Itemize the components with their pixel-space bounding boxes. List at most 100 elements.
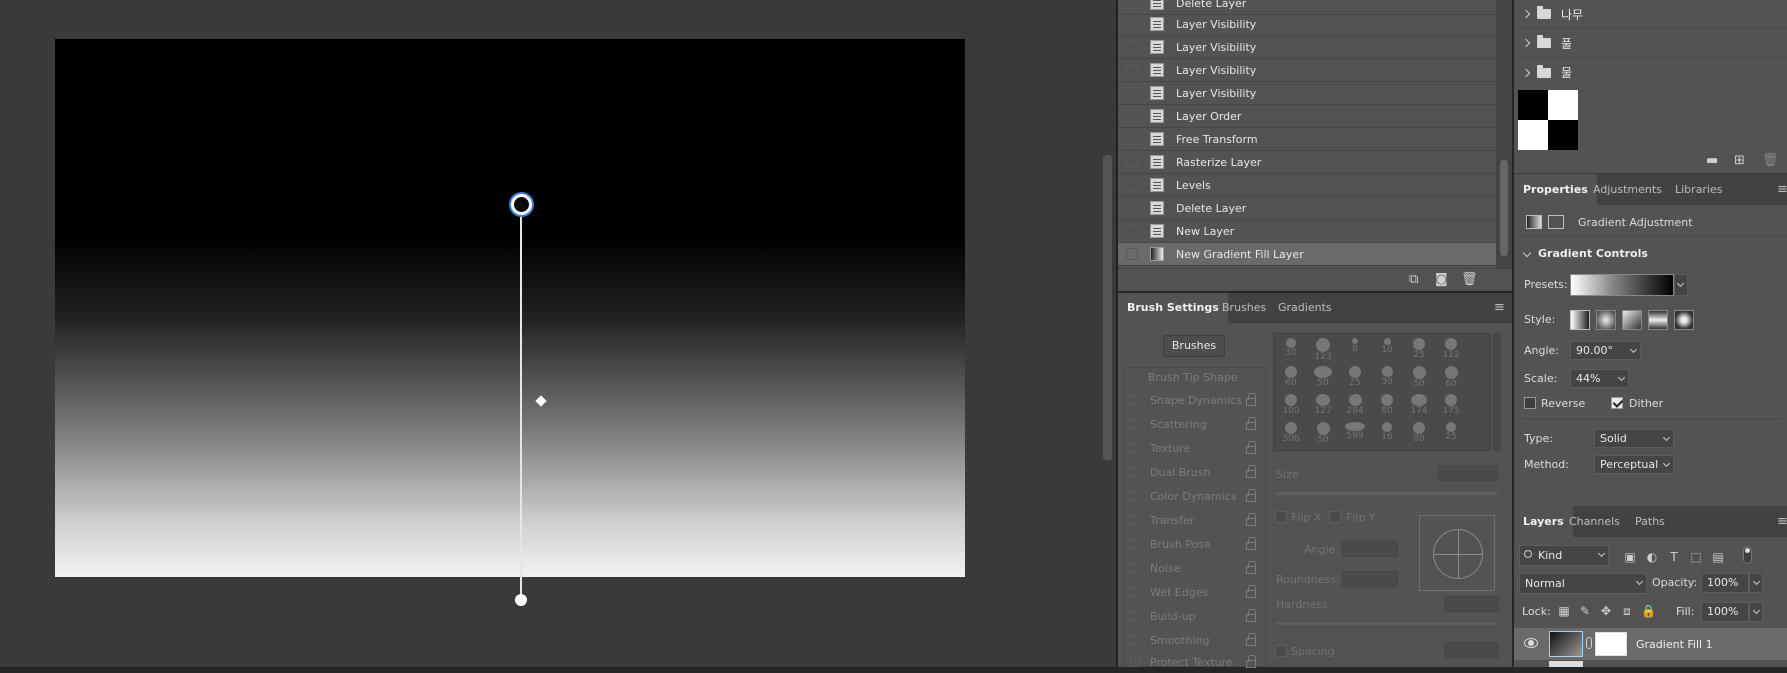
tab-paths[interactable]: Paths	[1626, 506, 1674, 537]
filter-toggle[interactable]	[1743, 546, 1752, 564]
lock-icon[interactable]	[1246, 585, 1256, 598]
brush-tip[interactable]: 127	[1308, 392, 1338, 419]
layer-row[interactable]	[1514, 660, 1787, 667]
history-item-selected[interactable]: New Gradient Fill Layer	[1118, 243, 1496, 266]
brush-setting-item[interactable]: Texture	[1124, 437, 1266, 459]
fill-field[interactable]: 100%	[1701, 602, 1749, 622]
brush-setting-item[interactable]: Dual Brush	[1124, 461, 1266, 483]
history-item[interactable]: Free Transform	[1118, 128, 1496, 151]
chevron-down-icon[interactable]	[1629, 345, 1638, 354]
lock-icon[interactable]	[1246, 633, 1256, 646]
lock-image-icon[interactable]: ✎	[1578, 604, 1592, 618]
tab-brushes[interactable]: Brushes	[1213, 293, 1275, 323]
brush-setting-item[interactable]: Build-up	[1124, 605, 1266, 627]
hardness-slider[interactable]	[1276, 622, 1498, 625]
scale-field[interactable]: 44%	[1570, 369, 1629, 388]
brush-tip[interactable]: 25	[1404, 336, 1434, 363]
brush-setting-checkbox[interactable]	[1130, 395, 1140, 405]
brush-setting-checkbox[interactable]	[1130, 515, 1140, 525]
brushes-button[interactable]: Brushes	[1163, 335, 1225, 357]
layer-group-row[interactable]: 나무	[1514, 0, 1787, 29]
lock-transparency-icon[interactable]: ▦	[1557, 604, 1571, 618]
fill-slider-button[interactable]	[1749, 602, 1763, 622]
adjustment-filter-icon[interactable]: ◐	[1645, 550, 1659, 564]
brush-tip[interactable]: 10	[1372, 336, 1402, 363]
canvas-scroll-thumb[interactable]	[1103, 155, 1112, 460]
history-snapshot-checkbox[interactable]	[1126, 156, 1138, 168]
brush-setting-item[interactable]: Noise	[1124, 557, 1266, 579]
history-snapshot-checkbox[interactable]	[1126, 0, 1138, 9]
shape-filter-icon[interactable]: ⬚	[1689, 550, 1703, 564]
angle-field[interactable]: 90.00°	[1570, 341, 1641, 360]
artboard-lock-icon[interactable]: ⧈	[1620, 604, 1634, 618]
history-snapshot-checkbox[interactable]	[1126, 64, 1138, 76]
brush-tip-scrollbar[interactable]	[1493, 333, 1501, 451]
camera-icon[interactable]: ◙	[1435, 272, 1448, 287]
brush-tip[interactable]: 50	[1308, 364, 1338, 391]
brush-tip[interactable]: 599	[1340, 420, 1370, 447]
linear-style-icon[interactable]	[1570, 310, 1590, 330]
chevron-down-icon[interactable]	[1635, 577, 1644, 586]
chevron-right-icon[interactable]	[1521, 9, 1531, 19]
checkerboard-swatch[interactable]	[1518, 90, 1578, 150]
history-snapshot-checkbox[interactable]	[1126, 248, 1138, 260]
link-icon[interactable]	[1586, 637, 1592, 649]
gradient-start-handle[interactable]	[511, 194, 532, 215]
brush-tip[interactable]: 50	[1308, 420, 1338, 447]
type-dropdown[interactable]: Solid	[1594, 429, 1674, 448]
brush-angle-preview[interactable]	[1419, 515, 1495, 591]
history-item[interactable]: Layer Visibility	[1118, 13, 1496, 36]
lock-icon[interactable]	[1246, 513, 1256, 526]
history-snapshot-checkbox[interactable]	[1126, 179, 1138, 191]
history-scroll-thumb[interactable]	[1500, 160, 1508, 256]
brush-setting-item[interactable]: Transfer	[1124, 509, 1266, 531]
layer-thumbnail[interactable]	[1549, 661, 1583, 667]
brush-tip[interactable]: 25	[1436, 420, 1466, 447]
history-snapshot-checkbox[interactable]	[1126, 41, 1138, 53]
brush-setting-checkbox[interactable]	[1130, 419, 1140, 429]
new-group-icon[interactable]: ▬	[1706, 153, 1718, 168]
history-snapshot-checkbox[interactable]	[1126, 110, 1138, 122]
spacing-field[interactable]	[1444, 642, 1499, 658]
chevron-down-icon[interactable]	[1617, 373, 1626, 382]
brush-setting-checkbox[interactable]	[1130, 467, 1140, 477]
lock-icon[interactable]	[1246, 393, 1256, 406]
history-snapshot-checkbox[interactable]	[1126, 225, 1138, 237]
layer-filter-dropdown[interactable]: Kind	[1519, 545, 1609, 566]
hardness-field[interactable]	[1444, 596, 1499, 612]
brush-tip[interactable]: 100	[1276, 392, 1306, 419]
brush-setting-checkbox[interactable]	[1130, 611, 1140, 621]
brush-tip[interactable]: 16	[1372, 420, 1402, 447]
brush-setting-checkbox[interactable]	[1130, 587, 1140, 597]
brush-tip[interactable]: 30	[1372, 364, 1402, 391]
chevron-down-icon[interactable]	[1662, 459, 1671, 468]
blend-mode-dropdown[interactable]: Normal	[1519, 573, 1647, 594]
brush-tip[interactable]: 284	[1340, 392, 1370, 419]
brush-setting-item[interactable]: Protect Texture	[1124, 651, 1266, 673]
layer-row-selected[interactable]: Gradient Fill 1	[1514, 628, 1787, 660]
history-item[interactable]: New Layer	[1118, 220, 1496, 243]
preset-dropdown-button[interactable]	[1674, 274, 1688, 296]
smart-object-filter-icon[interactable]: ▤	[1711, 550, 1725, 564]
trash-icon[interactable]: 🗑	[1762, 153, 1779, 168]
brush-tip[interactable]: 30	[1276, 336, 1306, 363]
panel-menu-icon[interactable]: ≡	[1494, 300, 1505, 315]
pixel-filter-icon[interactable]: ▣	[1623, 550, 1637, 564]
brush-tip[interactable]: 80	[1372, 392, 1402, 419]
chevron-down-icon[interactable]	[1662, 433, 1671, 442]
opacity-field[interactable]: 100%	[1701, 573, 1749, 593]
size-field[interactable]	[1437, 465, 1499, 481]
tab-brush-settings[interactable]: Brush Settings	[1118, 293, 1228, 323]
layer-group-row[interactable]: 물	[1514, 58, 1787, 87]
chevron-down-icon[interactable]	[1522, 248, 1532, 258]
brush-setting-checkbox[interactable]	[1130, 443, 1140, 453]
brush-tip[interactable]: 60	[1276, 364, 1306, 391]
tab-channels[interactable]: Channels	[1560, 506, 1629, 537]
history-snapshot-checkbox[interactable]	[1126, 133, 1138, 145]
brush-setting-checkbox[interactable]	[1130, 635, 1140, 645]
brush-setting-checkbox[interactable]	[1130, 491, 1140, 501]
history-snapshot-checkbox[interactable]	[1126, 202, 1138, 214]
brush-tip[interactable]: 50	[1404, 364, 1434, 391]
brush-tip-grid[interactable]: 30 123 8 10 25 112 60 50 25 30 50 60 100…	[1273, 333, 1491, 451]
reflected-style-icon[interactable]	[1648, 310, 1668, 330]
